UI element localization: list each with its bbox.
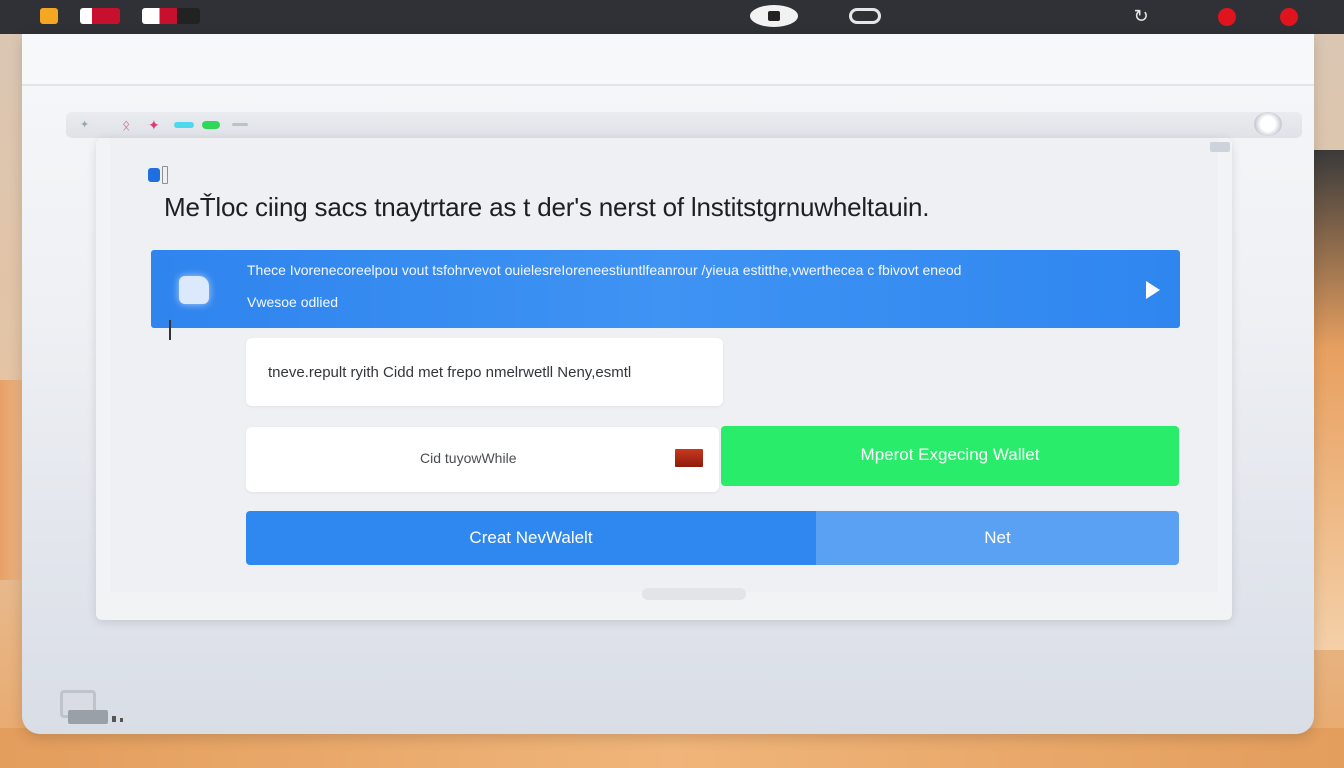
background-bottom xyxy=(0,728,1344,768)
recovery-phrase-text: tneve.repult ryith Cidd met frepo nmelrw… xyxy=(268,364,632,381)
action-button-row: Creat NevWalelt Net xyxy=(246,511,1179,565)
refresh-icon[interactable]: ↻ xyxy=(1130,5,1152,27)
dot-icon xyxy=(120,718,123,722)
link-icon[interactable] xyxy=(849,8,881,24)
import-wallet-button[interactable]: Mperot Exgecing Wallet xyxy=(721,426,1179,486)
wallet-name-value: Cid tuyowWhile xyxy=(420,450,517,466)
cyan-pill-icon[interactable] xyxy=(174,122,194,128)
toolbar-strip: ✦ ᛟ ✦ xyxy=(66,112,1302,138)
top-bar: ↻ xyxy=(0,0,1344,34)
dialog-resize-handle[interactable] xyxy=(1210,142,1230,152)
arrow-icon[interactable]: ✦ xyxy=(80,117,89,133)
document-icon xyxy=(179,276,209,304)
play-icon[interactable] xyxy=(1146,281,1160,299)
settings-icon[interactable] xyxy=(1254,112,1282,136)
corner-widget[interactable] xyxy=(56,690,126,730)
eye-icon[interactable] xyxy=(750,5,798,27)
banner-subtext: Vwesoe odlied xyxy=(247,294,339,310)
dot-icon xyxy=(112,716,116,722)
record-dot-icon[interactable] xyxy=(1218,8,1236,26)
text-cursor xyxy=(169,320,171,340)
wallet-logo-icon xyxy=(148,166,176,186)
recovery-phrase-field[interactable]: tneve.repult ryith Cidd met frepo nmelrw… xyxy=(246,338,723,406)
next-button[interactable]: Net xyxy=(816,511,1179,565)
sparkle-icon[interactable]: ✦ xyxy=(148,117,160,133)
ribbon-icon[interactable]: ᛟ xyxy=(122,117,130,133)
dialog-title: MeŤloc ciing sacs tnaytrtare as t der's … xyxy=(164,192,930,222)
flag-icon[interactable] xyxy=(142,8,200,24)
record-dot-icon[interactable] xyxy=(1280,8,1298,26)
gray-dash-icon[interactable] xyxy=(232,123,248,126)
wallet-name-input[interactable]: Cid tuyowWhile xyxy=(246,427,719,492)
flag-icon[interactable] xyxy=(80,8,120,24)
flag-icon[interactable] xyxy=(675,449,703,467)
window-header xyxy=(22,34,1314,86)
banner-text: Thece Ivorenecoreelpou vout tsfohrvevot … xyxy=(247,262,962,278)
create-wallet-button[interactable]: Creat NevWalelt xyxy=(246,511,816,565)
scroll-handle[interactable] xyxy=(642,588,746,600)
green-pill-icon[interactable] xyxy=(202,121,220,129)
info-banner[interactable]: Thece Ivorenecoreelpou vout tsfohrvevot … xyxy=(151,250,1180,328)
wallet-dialog: MeŤloc ciing sacs tnaytrtare as t der's … xyxy=(96,138,1232,620)
app-icon[interactable] xyxy=(40,8,58,24)
keyboard-icon xyxy=(68,710,108,724)
